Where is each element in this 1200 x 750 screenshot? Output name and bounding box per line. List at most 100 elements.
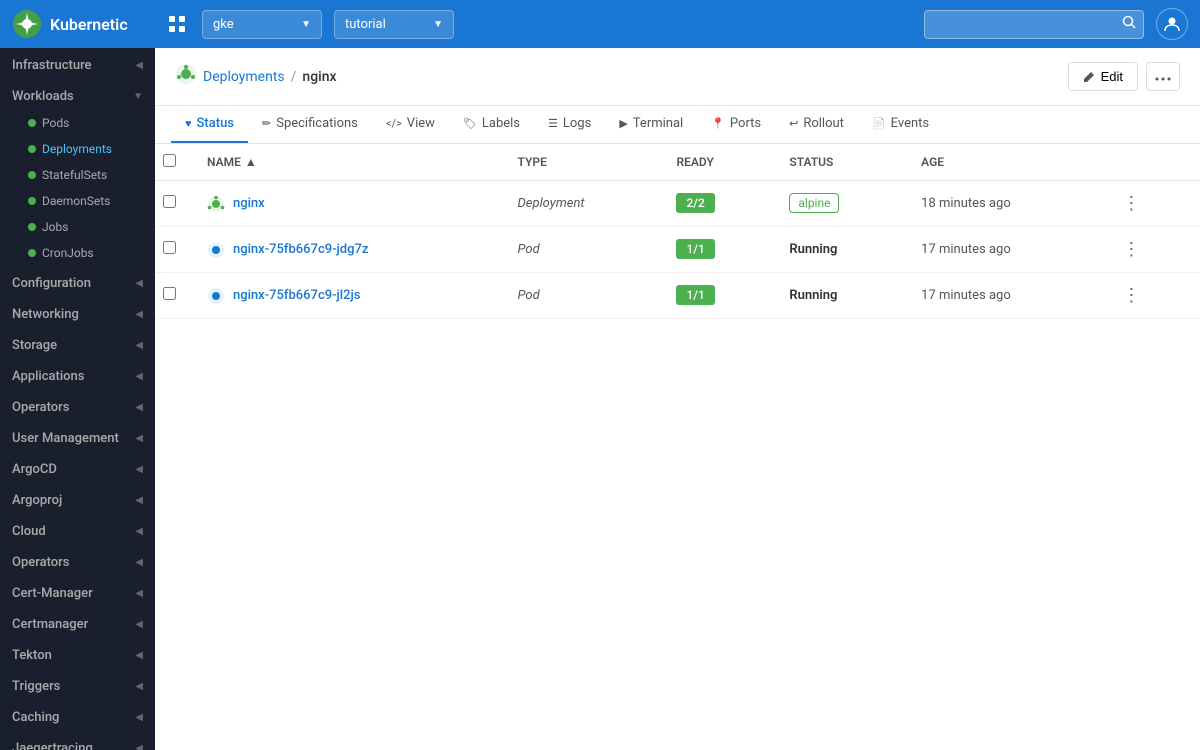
ready-column-header: READY [660,144,773,181]
tab-labels[interactable]: 🏷 Labels [449,106,534,143]
type-column-header: TYPE [502,144,661,181]
jobs-label: Jobs [42,220,68,234]
sidebar-item-jobs[interactable]: Jobs [0,214,155,240]
age-cell-1: 18 minutes ago [905,181,1100,227]
name-cell-3: nginx-75fb667c9-jl2js [191,273,502,319]
sidebar-item-operators[interactable]: Operators ◀ [0,390,155,421]
tab-logs[interactable]: ☰ Logs [534,106,605,143]
tab-status[interactable]: ♥ Status [171,106,248,143]
running-status-2: Running [789,288,837,303]
actions-cell-1: ⋮ [1100,181,1200,227]
sidebar-item-triggers[interactable]: Triggers ◀ [0,669,155,700]
sidebar-item-tekton[interactable]: Tekton ◀ [0,638,155,669]
tab-logs-label: Logs [563,116,591,131]
sidebar-label-applications: Applications [12,369,85,384]
breadcrumb-parent[interactable]: Deployments [203,69,285,85]
statefulsets-label: StatefulSets [42,168,107,182]
chevron-argoproj: ◀ [135,495,143,506]
search-icon[interactable] [1122,15,1136,33]
sidebar-item-cert-manager[interactable]: Cert-Manager ◀ [0,576,155,607]
deployments-label: Deployments [42,142,112,156]
deployments-breadcrumb-icon [175,63,197,90]
row-checkbox-2[interactable] [163,241,176,254]
sort-icon[interactable]: ▲ [245,155,257,169]
search-wrapper [924,10,1144,39]
sidebar-item-argocd[interactable]: ArgoCD ◀ [0,452,155,483]
row-actions-button-3[interactable]: ⋮ [1116,283,1146,308]
grid-icon[interactable] [164,11,190,37]
sidebar-item-workloads[interactable]: Workloads ▼ [0,79,155,110]
cronjobs-dot [28,249,36,257]
sidebar-item-cloud[interactable]: Cloud ◀ [0,514,155,545]
rollout-tab-icon: ↩ [789,117,798,130]
row-actions-button-1[interactable]: ⋮ [1116,191,1146,216]
sidebar-item-caching[interactable]: Caching ◀ [0,700,155,731]
breadcrumb-separator: / [291,69,297,85]
sidebar-item-deployments[interactable]: Deployments [0,136,155,162]
age-cell-3: 17 minutes ago [905,273,1100,319]
breadcrumb-current: nginx [302,69,336,85]
row-actions-button-2[interactable]: ⋮ [1116,237,1146,262]
sidebar-item-storage[interactable]: Storage ◀ [0,328,155,359]
ready-badge-3: 1/1 [676,285,714,305]
sidebar-item-argoproj[interactable]: Argoproj ◀ [0,483,155,514]
row-checkbox-3[interactable] [163,287,176,300]
chevron-cert-manager: ◀ [135,588,143,599]
sidebar-item-configuration[interactable]: Configuration ◀ [0,266,155,297]
sidebar-label-operators: Operators [12,400,69,415]
ready-cell-3: 1/1 [660,273,773,319]
edit-button[interactable]: Edit [1068,62,1138,91]
chevron-caching: ◀ [135,712,143,723]
tab-terminal[interactable]: ▶ Terminal [605,106,697,143]
chevron-triggers: ◀ [135,681,143,692]
resource-name-nginx[interactable]: nginx [207,195,486,213]
cluster-selector[interactable]: gke ▼ [202,10,322,39]
age-text-3: 17 minutes ago [921,288,1011,303]
sidebar-item-certmanager[interactable]: Certmanager ◀ [0,607,155,638]
select-all-header [155,144,191,181]
tab-events[interactable]: 📄 Events [858,106,943,143]
sidebar-item-jaegertracing[interactable]: Jaegertracing ◀ [0,731,155,750]
tab-status-label: Status [197,116,234,131]
name-cell-2: nginx-75fb667c9-jdg7z [191,227,502,273]
age-column-header: AGE [905,144,1100,181]
user-avatar[interactable] [1156,8,1188,40]
sidebar-item-daemonsets[interactable]: DaemonSets [0,188,155,214]
namespace-dropdown-icon: ▼ [433,19,443,30]
header-actions: Edit [1068,62,1180,91]
jobs-dot [28,223,36,231]
resource-name-pod1[interactable]: nginx-75fb667c9-jdg7z [207,241,486,259]
sidebar-item-statefulsets[interactable]: StatefulSets [0,162,155,188]
type-cell-2: Pod [502,227,661,273]
sidebar-label-cert-manager: Cert-Manager [12,586,93,601]
sidebar-item-infrastructure[interactable]: Infrastructure ◀ [0,48,155,79]
tab-specifications[interactable]: ✏ Specifications [248,106,372,143]
namespace-value: tutorial [345,17,425,32]
namespace-selector[interactable]: tutorial ▼ [334,10,454,39]
search-input[interactable] [924,10,1144,39]
tab-rollout[interactable]: ↩ Rollout [775,106,858,143]
tab-ports[interactable]: 📍 Ports [697,106,775,143]
row-checkbox-1[interactable] [163,195,176,208]
resource-name-pod2[interactable]: nginx-75fb667c9-jl2js [207,287,486,305]
age-cell-2: 17 minutes ago [905,227,1100,273]
type-cell-1: Deployment [502,181,661,227]
chevron-configuration: ◀ [135,278,143,289]
chevron-operators: ◀ [135,402,143,413]
sidebar-item-applications[interactable]: Applications ◀ [0,359,155,390]
tab-view[interactable]: </> View [372,106,449,143]
name-column-header: NAME ▲ [191,144,502,181]
pod-icon-1 [207,241,225,259]
row-checkbox-cell-1 [155,181,191,227]
more-actions-button[interactable] [1146,62,1180,91]
daemonsets-dot [28,197,36,205]
cronjobs-label: CronJobs [42,246,94,260]
sidebar-item-cronjobs[interactable]: CronJobs [0,240,155,266]
sidebar-item-user-management[interactable]: User Management ◀ [0,421,155,452]
sidebar-item-networking[interactable]: Networking ◀ [0,297,155,328]
select-all-checkbox[interactable] [163,154,176,167]
sidebar-label-argocd: ArgoCD [12,462,57,477]
status-cell-3: Running [773,273,905,319]
sidebar-item-pods[interactable]: Pods [0,110,155,136]
sidebar-item-operators2[interactable]: Operators ◀ [0,545,155,576]
